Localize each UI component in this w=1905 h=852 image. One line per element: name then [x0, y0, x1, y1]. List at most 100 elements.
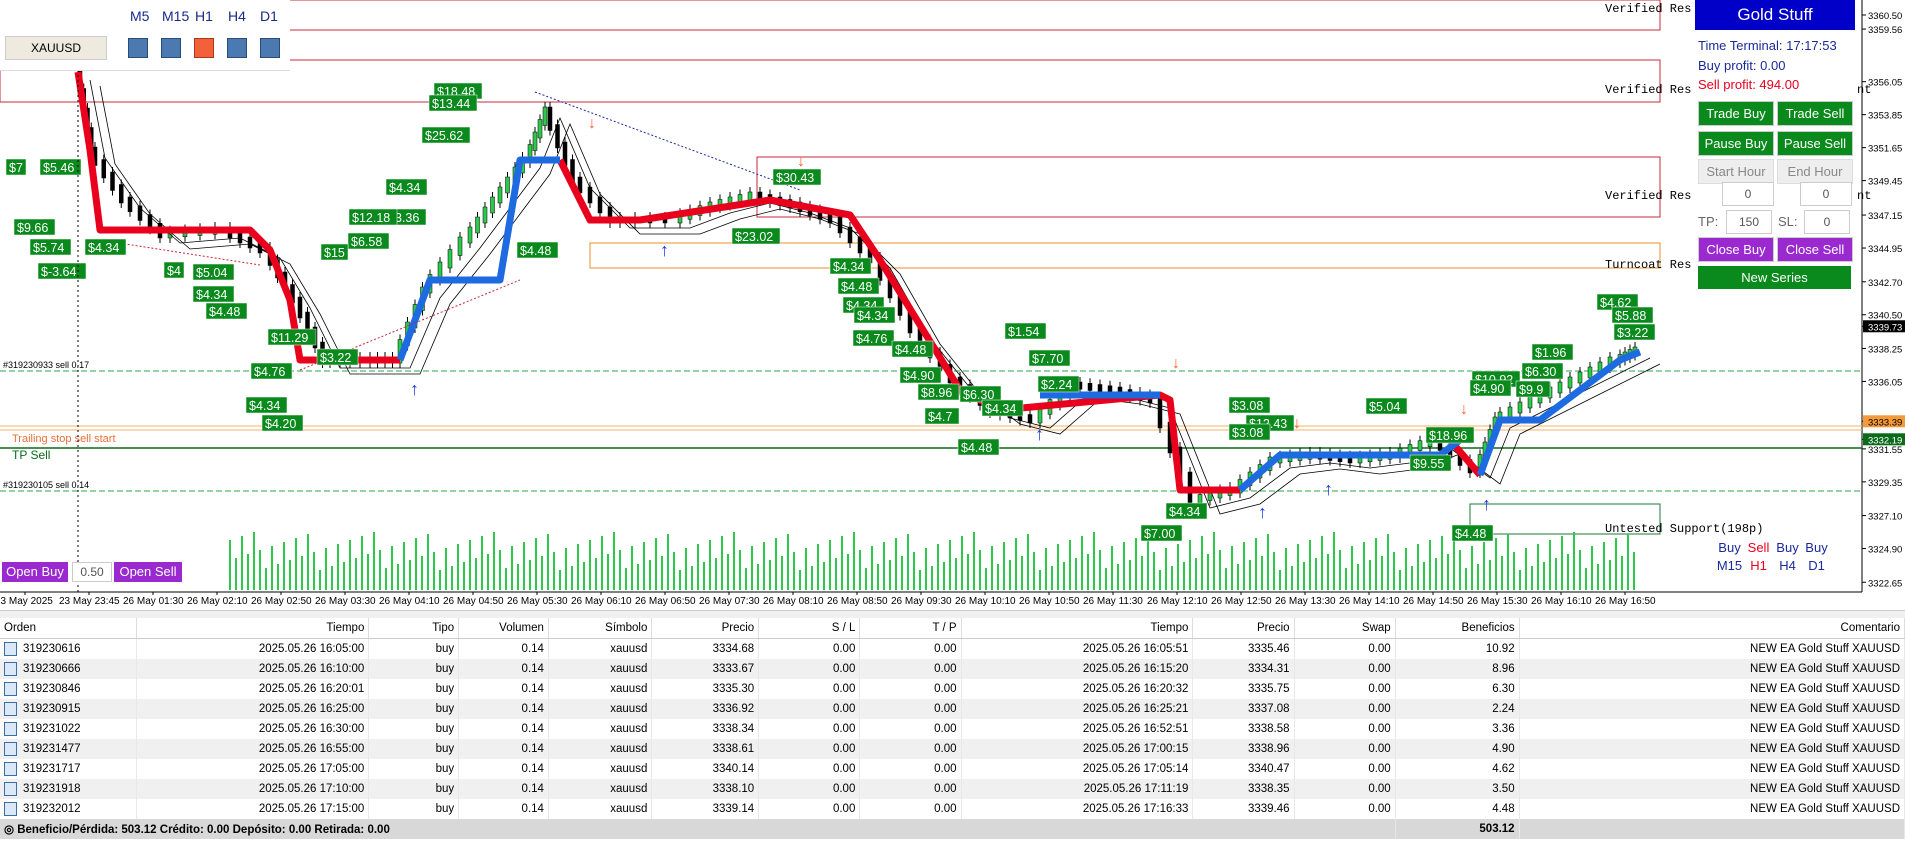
- table-cell: 3335.75: [1192, 679, 1295, 699]
- table-cell: NEW EA Gold Stuff XAUUSD: [1519, 659, 1905, 679]
- table-cell: xauusd: [548, 799, 653, 819]
- col-header-12[interactable]: Comentario: [1519, 618, 1905, 639]
- table-cell: 3335.30: [651, 679, 760, 699]
- table-cell: 0.00: [859, 638, 962, 659]
- table-cell: NEW EA Gold Stuff XAUUSD: [1519, 799, 1905, 819]
- signal-tf-4: D1: [1808, 558, 1825, 573]
- tf-m5-indicator[interactable]: [128, 38, 148, 58]
- table-row[interactable]: 319231717 2025.05.26 17:05:00 buy 0.14 xauus…: [0, 759, 1905, 779]
- table-row[interactable]: 319232012 2025.05.26 17:15:00 buy 0.14 xauus…: [0, 799, 1905, 819]
- chart-canvas[interactable]: 3360.50 3359.56 3356.05 3353.85 3351.65 3349.…: [0, 0, 1905, 610]
- table-cell: 2025.05.26 16:25:00: [136, 699, 370, 719]
- candle: [497, 186, 503, 204]
- col-header-5[interactable]: Precio: [651, 618, 760, 639]
- tf-h4[interactable]: H4: [228, 8, 246, 24]
- profit-tag: $4.34: [88, 241, 119, 255]
- close-buy-button[interactable]: Close Buy: [1698, 237, 1774, 262]
- table-row[interactable]: 319231477 2025.05.26 16:55:00 buy 0.14 xauus…: [0, 739, 1905, 759]
- col-header-11[interactable]: Beneficios: [1395, 618, 1520, 639]
- col-header-6[interactable]: S / L: [758, 618, 861, 639]
- table-cell: 3336.92: [651, 699, 760, 719]
- table-cell: xauusd: [548, 659, 653, 679]
- price-chart[interactable]: 3360.50 3359.56 3356.05 3353.85 3351.65 3349.…: [0, 0, 1905, 610]
- table-cell: 3338.61: [651, 739, 760, 759]
- profit-tag: $30.43: [776, 171, 814, 185]
- buy-arrow: ↑: [1035, 424, 1044, 444]
- candle: [1157, 396, 1163, 429]
- tf-m15-indicator[interactable]: [161, 38, 181, 58]
- trend-ribbon-red: [556, 158, 1240, 494]
- table-cell: 8.96: [1395, 659, 1520, 679]
- symbol-label[interactable]: XAUUSD: [5, 36, 107, 60]
- col-header-0[interactable]: Orden: [0, 618, 138, 639]
- tf-m5[interactable]: M5: [130, 8, 149, 24]
- table-cell: NEW EA Gold Stuff XAUUSD: [1519, 699, 1905, 719]
- profit-tag: $4.34: [249, 399, 280, 413]
- time-tick-label: 26 May 11:30: [1083, 596, 1143, 607]
- price-tick-label: 3349.45: [1868, 177, 1902, 188]
- table-cell: 0.00: [1294, 779, 1396, 799]
- profit-tag: $9.55: [1413, 457, 1444, 471]
- col-header-7[interactable]: T / P: [859, 618, 962, 639]
- table-row[interactable]: 319231022 2025.05.26 16:30:00 buy 0.14 xauus…: [0, 719, 1905, 739]
- table-cell: 0.00: [859, 719, 962, 739]
- table-cell: xauusd: [548, 719, 653, 739]
- candle: [119, 184, 124, 204]
- panel-title: Gold Stuff: [1695, 0, 1855, 30]
- pause-sell-button[interactable]: Pause Sell: [1777, 131, 1853, 156]
- trade-buy-button[interactable]: Trade Buy: [1698, 101, 1774, 126]
- table-cell: buy: [368, 799, 460, 819]
- open-buy-button[interactable]: Open Buy: [2, 562, 68, 582]
- col-header-10[interactable]: Swap: [1294, 618, 1396, 639]
- signal-tf-1: M15: [1716, 558, 1743, 573]
- profit-tag: $1.96: [1535, 346, 1566, 360]
- close-sell-button[interactable]: Close Sell: [1777, 237, 1853, 262]
- time-tick-label: 26 May 08:10: [763, 596, 824, 607]
- lot-input[interactable]: 0.50: [72, 562, 112, 582]
- table-cell: 0.14: [458, 659, 549, 679]
- col-header-3[interactable]: Volumen: [458, 618, 549, 639]
- table-cell: NEW EA Gold Stuff XAUUSD: [1519, 759, 1905, 779]
- order-icon: [4, 642, 17, 656]
- table-cell: 3340.47: [1192, 759, 1295, 779]
- table-cell: xauusd: [548, 679, 653, 699]
- profit-tag: $4.34: [196, 288, 227, 302]
- open-sell-button[interactable]: Open Sell: [114, 562, 182, 582]
- profit-tag: $4.90: [1473, 382, 1504, 396]
- trade-sell-button[interactable]: Trade Sell: [1777, 101, 1853, 126]
- candle: [505, 176, 510, 194]
- profit-tag: $7.70: [1032, 352, 1063, 366]
- table-row[interactable]: 319230846 2025.05.26 16:20:01 buy 0.14 xauus…: [0, 679, 1905, 699]
- table-row[interactable]: 319231918 2025.05.26 17:10:00 buy 0.14 xauus…: [0, 779, 1905, 799]
- new-series-button[interactable]: New Series: [1698, 266, 1851, 289]
- price-tick-label: 3324.90: [1868, 545, 1902, 556]
- profit-tag: $5.88: [1615, 309, 1646, 323]
- col-header-8[interactable]: Tiempo: [961, 618, 1194, 639]
- table-cell: 2025.05.26 17:11:19: [961, 779, 1194, 799]
- table-row[interactable]: 319230915 2025.05.26 16:25:00 buy 0.14 xauus…: [0, 699, 1905, 719]
- start-hour-input[interactable]: 0: [1722, 182, 1774, 206]
- tf-m15[interactable]: M15: [162, 8, 189, 24]
- table-row[interactable]: 319230616 2025.05.26 16:05:00 buy 0.14 xauus…: [0, 638, 1905, 659]
- buy-arrow: ↑: [1482, 494, 1491, 514]
- pause-buy-button[interactable]: Pause Buy: [1698, 131, 1774, 156]
- sl-input[interactable]: 0: [1804, 210, 1850, 234]
- col-header-9[interactable]: Precio: [1192, 618, 1295, 639]
- tf-d1[interactable]: D1: [260, 8, 278, 24]
- end-hour-input[interactable]: 0: [1800, 182, 1852, 206]
- col-header-2[interactable]: Tipo: [368, 618, 460, 639]
- tf-h4-indicator[interactable]: [227, 38, 247, 58]
- profit-tag: $2.24: [1041, 378, 1072, 392]
- tf-d1-indicator[interactable]: [260, 38, 280, 58]
- sell-arrow: ↓: [797, 153, 805, 170]
- end-hour-label: End Hour: [1777, 159, 1853, 184]
- tf-h1[interactable]: H1: [195, 8, 213, 24]
- col-header-4[interactable]: Símbolo: [548, 618, 653, 639]
- table-cell: 319231022: [0, 719, 138, 739]
- tf-h1-indicator[interactable]: [194, 38, 214, 58]
- tp-input[interactable]: 150: [1726, 210, 1772, 234]
- table-row[interactable]: 319230666 2025.05.26 16:10:00 buy 0.14 xauus…: [0, 659, 1905, 679]
- profit-tag: $25.62: [425, 129, 463, 143]
- signal-2: Sell: [1747, 540, 1770, 555]
- col-header-1[interactable]: Tiempo: [136, 618, 370, 639]
